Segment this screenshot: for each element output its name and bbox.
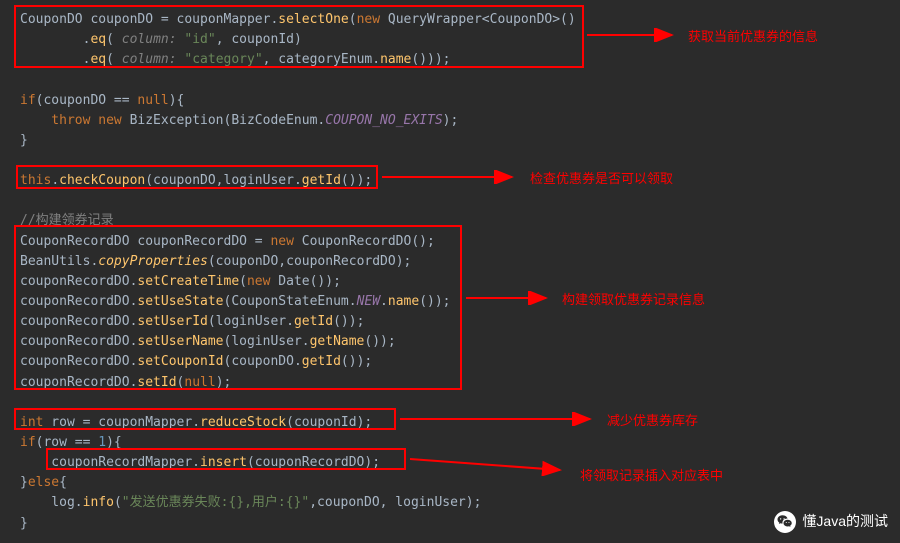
code-line: if(row == 1){ (20, 433, 880, 453)
code-line: this.checkCoupon(couponDO,loginUser.getI… (20, 171, 880, 191)
annotation-3: 构建领取优惠券记录信息 (562, 290, 705, 310)
code-line: couponRecordDO.setUserId(loginUser.getId… (20, 312, 880, 332)
code-line: couponRecordDO.setUseState(CouponStateEn… (20, 292, 880, 312)
annotation-5: 将领取记录插入对应表中 (580, 466, 723, 486)
code-block: CouponDO couponDO = couponMapper.selectO… (20, 10, 880, 534)
code-line (20, 151, 880, 171)
code-line: couponRecordDO.setUserName(loginUser.get… (20, 332, 880, 352)
watermark-text: 懂Java的测试 (802, 511, 888, 533)
watermark: 懂Java的测试 (774, 511, 888, 533)
code-line (20, 191, 880, 211)
code-line: couponRecordDO.setId(null); (20, 373, 880, 393)
code-line: if(couponDO == null){ (20, 91, 880, 111)
annotation-1: 获取当前优惠券的信息 (688, 27, 818, 47)
code-line: couponRecordDO.setCreateTime(new Date())… (20, 272, 880, 292)
code-line: CouponRecordDO couponRecordDO = new Coup… (20, 232, 880, 252)
code-line (20, 393, 880, 413)
code-line: } (20, 131, 880, 151)
annotation-4: 减少优惠券库存 (607, 411, 698, 431)
code-line: //构建领券记录 (20, 211, 880, 231)
code-line: .eq( column: "category", categoryEnum.na… (20, 50, 880, 70)
wechat-icon (774, 511, 796, 533)
code-line: couponRecordMapper.insert(couponRecordDO… (20, 453, 880, 473)
code-line: }else{ (20, 473, 880, 493)
code-line: int row = couponMapper.reduceStock(coupo… (20, 413, 880, 433)
code-line: } (20, 514, 880, 534)
code-line: couponRecordDO.setCouponId(couponDO.getI… (20, 352, 880, 372)
code-line: log.info("发送优惠券失败:{},用户:{}",couponDO, lo… (20, 493, 880, 513)
code-line: BeanUtils.copyProperties(couponDO,coupon… (20, 252, 880, 272)
code-line (20, 70, 880, 90)
annotation-2: 检查优惠券是否可以领取 (530, 169, 673, 189)
code-line: throw new BizException(BizCodeEnum.COUPO… (20, 111, 880, 131)
